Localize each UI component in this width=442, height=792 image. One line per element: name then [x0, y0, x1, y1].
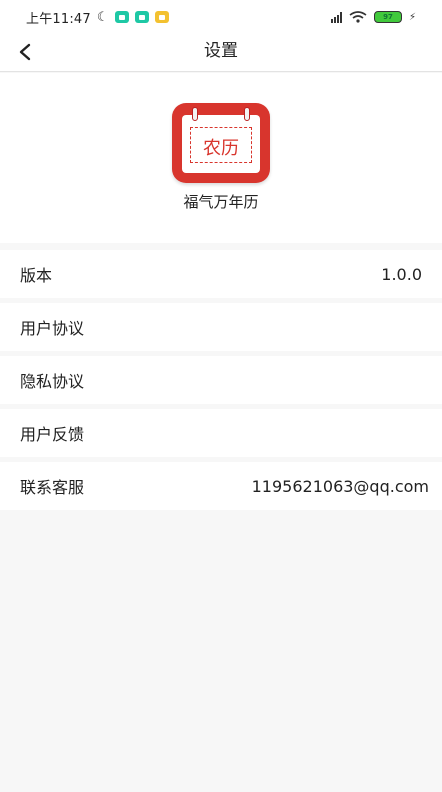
- notification-icon: [154, 11, 169, 23]
- app-logo-icon: 农历: [172, 103, 270, 183]
- settings-row-privacy-agreement[interactable]: 隐私协议: [0, 356, 442, 404]
- notification-icon: [114, 11, 129, 23]
- settings-row-label: 隐私协议: [20, 372, 85, 391]
- settings-row-feedback[interactable]: 用户反馈: [0, 409, 442, 457]
- notification-icon: [134, 11, 149, 23]
- nav-bar: 设置: [0, 34, 442, 72]
- settings-row-user-agreement[interactable]: 用户协议: [0, 303, 442, 351]
- wifi-icon: [349, 11, 367, 23]
- app-logo-text: 农历: [203, 138, 239, 159]
- settings-row-version[interactable]: 版本 1.0.0: [0, 250, 442, 298]
- support-email-value: 1195621063@qq.com: [251, 476, 429, 496]
- signal-icon: [330, 11, 342, 23]
- settings-list: 版本 1.0.0 用户协议 隐私协议 用户反馈 联系客服 1195621063@…: [0, 250, 442, 515]
- status-time: 上午11:47: [26, 11, 91, 27]
- settings-row-label: 版本: [20, 266, 53, 285]
- settings-row-contact-support[interactable]: 联系客服 1195621063@qq.com: [0, 462, 442, 510]
- settings-row-label: 联系客服: [20, 478, 85, 497]
- charging-icon: ⚡: [408, 11, 416, 23]
- app-name: 福气万年历: [183, 193, 259, 211]
- do-not-disturb-icon: ☾: [96, 9, 109, 25]
- status-bar: 上午11:47 ☾ 97 ⚡: [0, 0, 442, 34]
- page-title: 设置: [204, 41, 238, 61]
- version-value: 1.0.0: [381, 264, 422, 284]
- settings-row-label: 用户反馈: [20, 425, 85, 444]
- settings-row-label: 用户协议: [20, 319, 85, 338]
- app-header: 农历 福气万年历: [0, 73, 442, 243]
- battery-icon: 97: [373, 11, 402, 23]
